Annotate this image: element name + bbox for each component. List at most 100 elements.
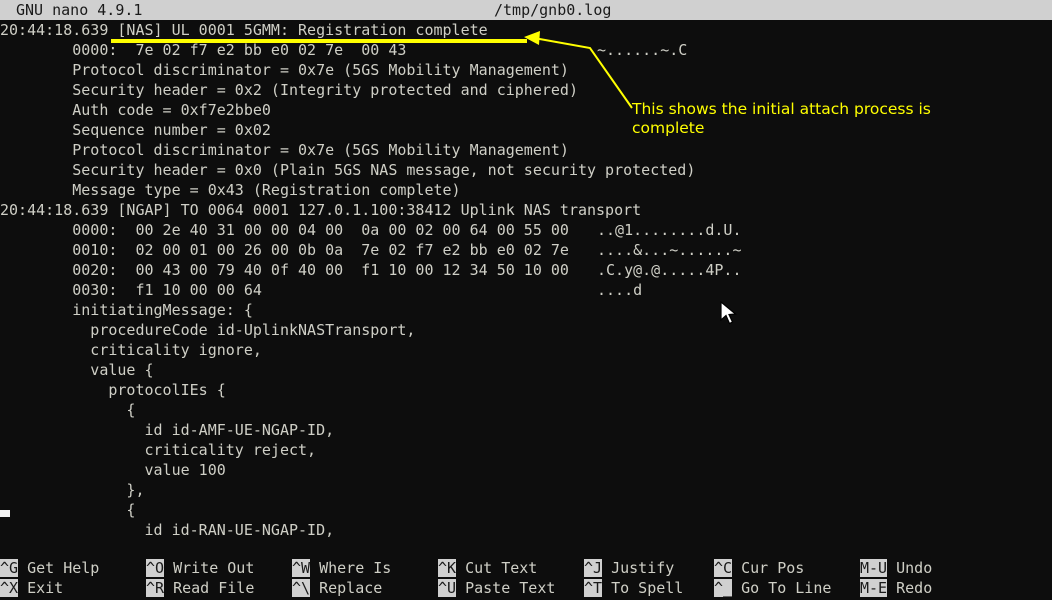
log-line-text: id id-AMF-UE-NGAP-ID, xyxy=(0,421,335,439)
log-line-text: 20:44:18.639 [NGAP] TO 0064 0001 127.0.1… xyxy=(0,201,642,219)
log-line-text: { xyxy=(0,501,136,519)
log-line-ascii-dump: ....&...~......~ xyxy=(597,241,742,259)
log-line: 0030: f1 10 00 00 64 ....d xyxy=(0,280,1052,300)
shortcut-bar: ^G Get Help ^O Write Out ^W Where Is ^K Cut… xyxy=(0,556,1052,600)
log-line: { xyxy=(0,400,1052,420)
shortcut-get-help[interactable]: ^G Get Help xyxy=(0,558,99,578)
log-line-text: criticality ignore, xyxy=(0,341,262,359)
shortcut-paste-text[interactable]: ^U Paste Text xyxy=(438,578,555,598)
shortcut-go-to-line[interactable]: ^_ Go To Line xyxy=(714,578,831,598)
shortcut-read-file[interactable]: ^R Read File xyxy=(146,578,254,598)
log-line-ascii-dump: ..@1........d.U. xyxy=(597,221,742,239)
shortcut-justify[interactable]: ^J Justify xyxy=(584,558,674,578)
log-line: procedureCode id-UplinkNASTransport, xyxy=(0,320,1052,340)
shortcut-label: Get Help xyxy=(18,559,100,577)
log-line: criticality reject, xyxy=(0,440,1052,460)
log-line-text: { xyxy=(0,401,136,419)
log-line: criticality ignore, xyxy=(0,340,1052,360)
log-line-text: 20:44:18.639 [NAS] UL 0001 5GMM: Registr… xyxy=(0,21,488,39)
shortcut-cur-pos[interactable]: ^C Cur Pos xyxy=(714,558,804,578)
log-line-text: 0000: 00 2e 40 31 00 00 04 00 0a 00 02 0… xyxy=(0,221,569,239)
editor-text-area[interactable]: 20:44:18.639 [NAS] UL 0001 5GMM: Registr… xyxy=(0,20,1052,556)
log-line-text: }, xyxy=(0,481,145,499)
log-line: Message type = 0x43 (Registration comple… xyxy=(0,180,1052,200)
shortcut-label: Cur Pos xyxy=(732,559,805,577)
shortcut-key: M-U xyxy=(860,559,888,577)
shortcut-label: To Spell xyxy=(602,579,684,597)
shortcut-key: ^U xyxy=(438,579,457,597)
log-line-text: Sequence number = 0x02 xyxy=(0,121,271,139)
shortcut-cut-text[interactable]: ^K Cut Text xyxy=(438,558,537,578)
shortcut-label: Cut Text xyxy=(456,559,538,577)
shortcut-label: Exit xyxy=(18,579,64,597)
shortcut-exit[interactable]: ^X Exit xyxy=(0,578,63,598)
log-line: 0000: 00 2e 40 31 00 00 04 00 0a 00 02 0… xyxy=(0,220,1052,240)
log-line-text: Protocol discriminator = 0x7e (5GS Mobil… xyxy=(0,61,569,79)
shortcut-key: ^T xyxy=(584,579,603,597)
log-line: id id-AMF-UE-NGAP-ID, xyxy=(0,420,1052,440)
log-line: Security header = 0x0 (Plain 5GS NAS mes… xyxy=(0,160,1052,180)
shortcut-label: Redo xyxy=(887,579,933,597)
log-line: 0000: 7e 02 f7 e2 bb e0 02 7e 00 43 ~....… xyxy=(0,40,1052,60)
log-line-text: procedureCode id-UplinkNASTransport, xyxy=(0,321,416,339)
log-line-text: 0030: f1 10 00 00 64 xyxy=(0,281,262,299)
shortcut-row-1: ^G Get Help ^O Write Out ^W Where Is ^K Cut… xyxy=(0,558,1052,578)
shortcut-label: Justify xyxy=(602,559,675,577)
shortcut-key: M-E xyxy=(860,579,888,597)
log-line: { xyxy=(0,500,1052,520)
log-line-text: id id-RAN-UE-NGAP-ID, xyxy=(0,521,335,539)
log-line-text: value { xyxy=(0,361,154,379)
shortcut-redo[interactable]: M-E Redo xyxy=(860,578,932,598)
log-line-text: Protocol discriminator = 0x7e (5GS Mobil… xyxy=(0,141,569,159)
log-line: Protocol discriminator = 0x7e (5GS Mobil… xyxy=(0,60,1052,80)
log-line-text: Security header = 0x0 (Plain 5GS NAS mes… xyxy=(0,161,696,179)
nano-editor-window: GNU nano 4.9.1 /tmp/gnb0.log 20:44:18.63… xyxy=(0,0,1052,600)
shortcut-undo[interactable]: M-U Undo xyxy=(860,558,932,578)
log-line-text: criticality reject, xyxy=(0,441,317,459)
shortcut-label: Where Is xyxy=(310,559,392,577)
shortcut-label: Paste Text xyxy=(456,579,556,597)
shortcut-label: Read File xyxy=(164,579,255,597)
log-line-ascii-dump: ....d xyxy=(597,281,643,299)
log-line: Sequence number = 0x02 xyxy=(0,120,1052,140)
app-title: GNU nano 4.9.1 xyxy=(16,1,143,19)
log-line-text: value 100 xyxy=(0,461,226,479)
log-line: Security header = 0x2 (Integrity protect… xyxy=(0,80,1052,100)
log-line: 0020: 00 43 00 79 40 0f 40 00 f1 10 00 1… xyxy=(0,260,1052,280)
shortcut-to-spell[interactable]: ^T To Spell xyxy=(584,578,683,598)
shortcut-key: ^K xyxy=(438,559,457,577)
shortcut-where-is[interactable]: ^W Where Is xyxy=(292,558,391,578)
mouse-pointer-icon xyxy=(720,301,738,325)
shortcut-key: ^X xyxy=(0,579,19,597)
shortcut-write-out[interactable]: ^O Write Out xyxy=(146,558,254,578)
shortcut-key: ^_ xyxy=(714,579,733,597)
text-caret xyxy=(0,510,10,517)
shortcut-key: ^C xyxy=(714,559,733,577)
log-line-text: 0000: 7e 02 f7 e2 bb e0 02 7e 00 43 xyxy=(0,41,407,59)
log-line: }, xyxy=(0,480,1052,500)
shortcut-label: Write Out xyxy=(164,559,255,577)
log-line-text: 0010: 02 00 01 00 26 00 0b 0a 7e 02 f7 e… xyxy=(0,241,569,259)
log-line: value 100 xyxy=(0,460,1052,480)
shortcut-key: ^R xyxy=(146,579,165,597)
shortcut-label: Undo xyxy=(887,559,933,577)
log-line: id id-RAN-UE-NGAP-ID, xyxy=(0,520,1052,540)
log-line-text: initiatingMessage: { xyxy=(0,301,253,319)
shortcut-key: ^G xyxy=(0,559,19,577)
log-line-text: Security header = 0x2 (Integrity protect… xyxy=(0,81,578,99)
shortcut-label: Replace xyxy=(310,579,383,597)
shortcut-key: ^\ xyxy=(292,579,311,597)
shortcut-key: ^W xyxy=(292,559,311,577)
log-line-text: protocolIEs { xyxy=(0,381,226,399)
shortcut-label: Go To Line xyxy=(732,579,832,597)
log-line: Auth code = 0xf7e2bbe0 xyxy=(0,100,1052,120)
log-line-text: 0020: 00 43 00 79 40 0f 40 00 f1 10 00 1… xyxy=(0,261,569,279)
log-line: initiatingMessage: { xyxy=(0,300,1052,320)
file-path-title: /tmp/gnb0.log xyxy=(494,1,612,19)
log-line: value { xyxy=(0,360,1052,380)
shortcut-replace[interactable]: ^\ Replace xyxy=(292,578,382,598)
log-line: 20:44:18.639 [NGAP] TO 0064 0001 127.0.1… xyxy=(0,200,1052,220)
shortcut-key: ^O xyxy=(146,559,165,577)
log-line-text: Message type = 0x43 (Registration comple… xyxy=(0,181,461,199)
log-line: 0010: 02 00 01 00 26 00 0b 0a 7e 02 f7 e… xyxy=(0,240,1052,260)
